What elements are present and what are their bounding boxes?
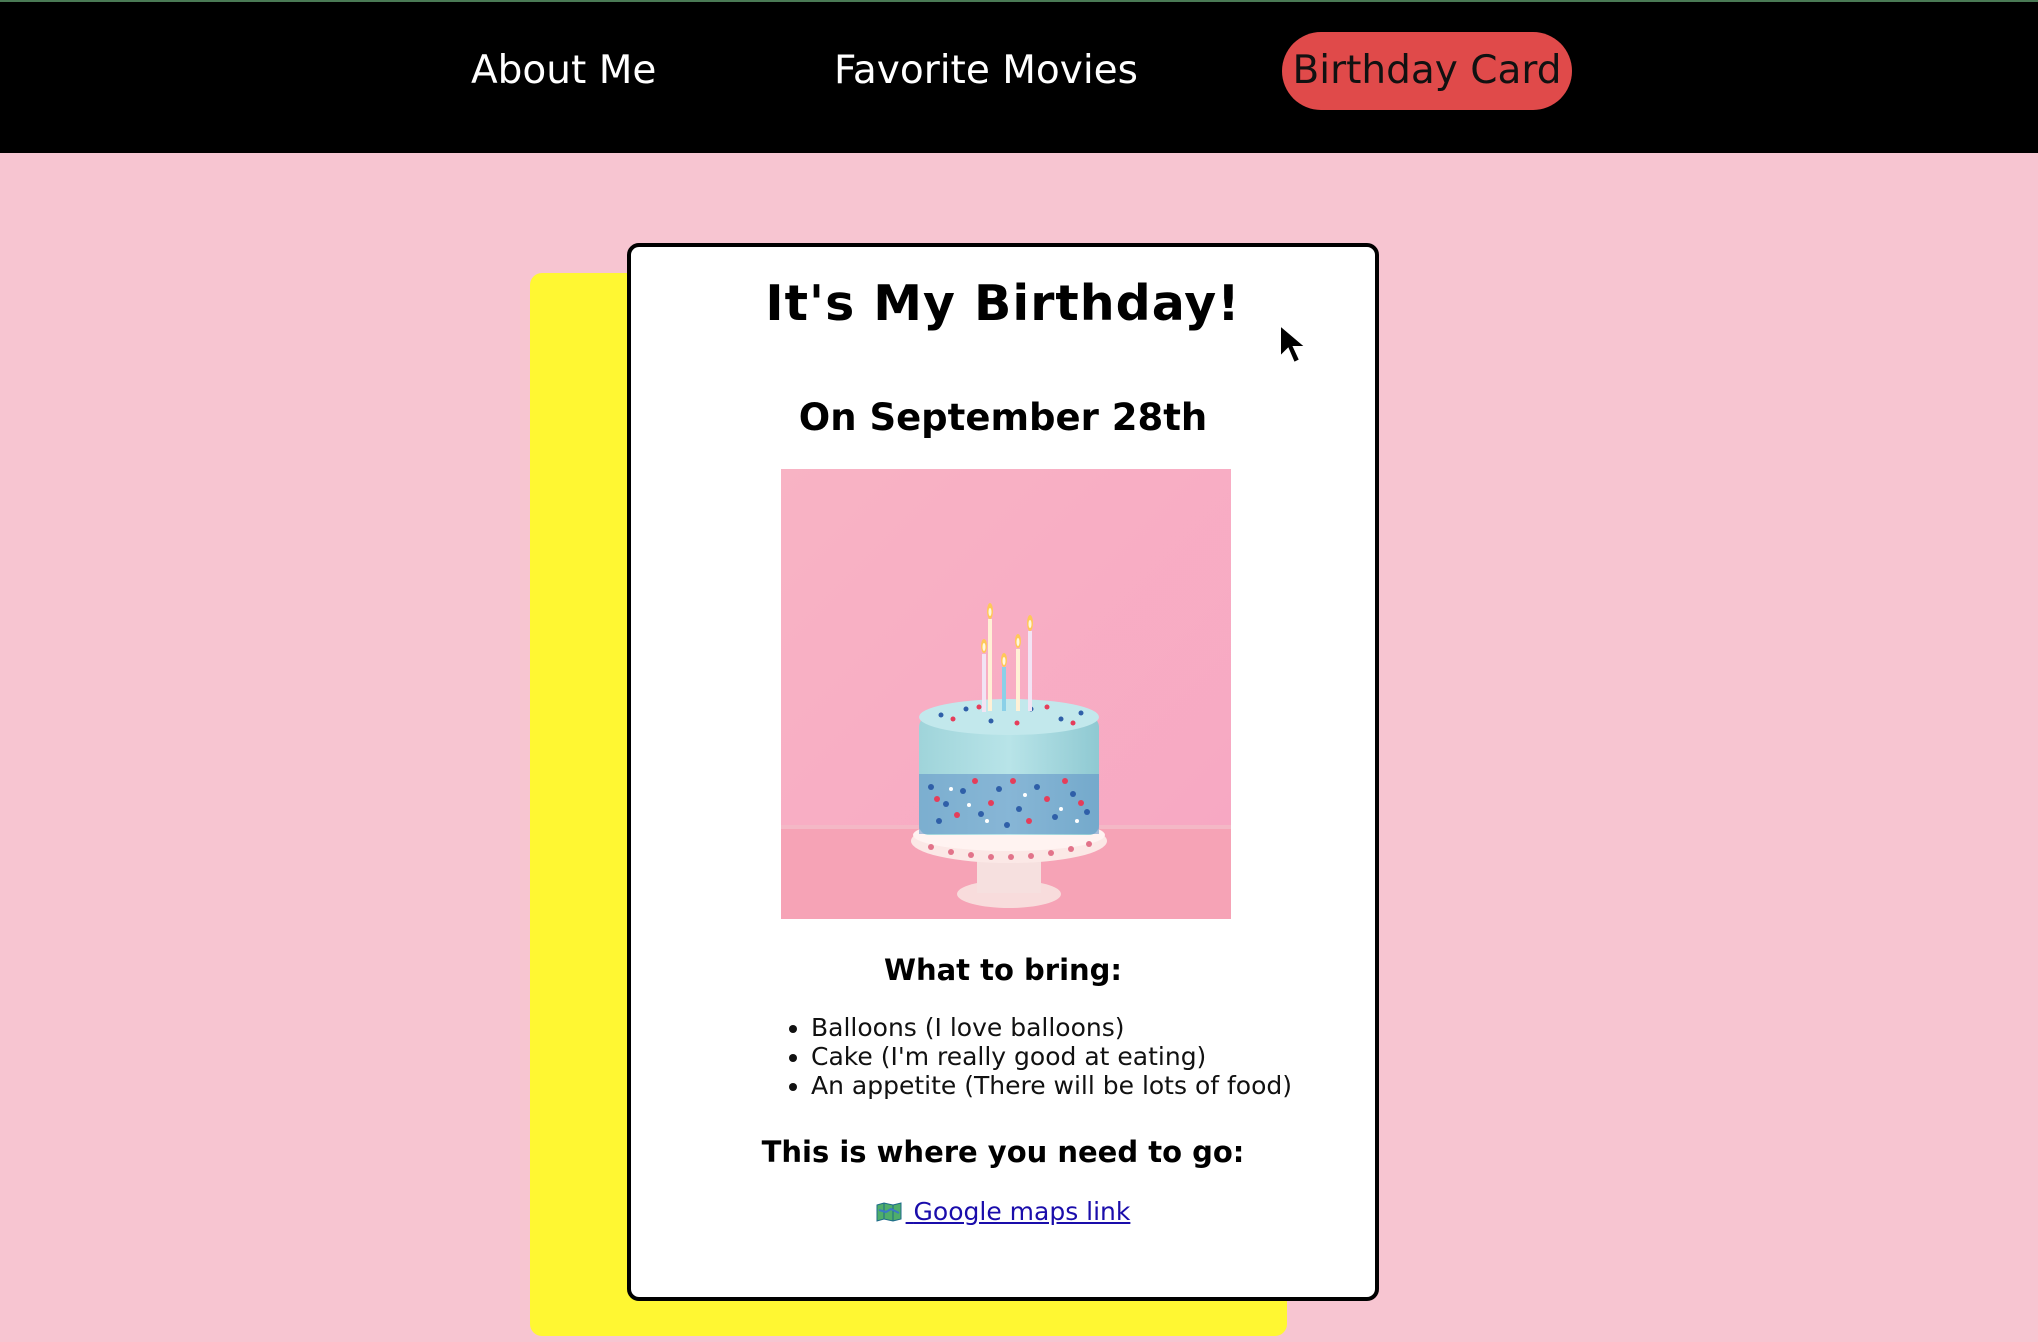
list-item: Cake (I'm really good at eating) xyxy=(811,1042,1292,1071)
top-navigation-bar: About Me Favorite Movies Birthday Card xyxy=(0,2,2038,153)
map-icon xyxy=(876,1202,902,1222)
list-item: Balloons (I love balloons) xyxy=(811,1013,1292,1042)
birthday-card: It's My Birthday! On September 28th What… xyxy=(627,243,1379,1301)
bring-list: Balloons (I love balloons) Cake (I'm rea… xyxy=(785,1013,1292,1100)
nav-link-about-me[interactable]: About Me xyxy=(471,32,656,110)
where-to-go-heading: This is where you need to go: xyxy=(761,1135,1245,1169)
google-maps-link-label: Google maps link xyxy=(913,1197,1131,1226)
list-item: An appetite (There will be lots of food) xyxy=(811,1071,1292,1100)
nav-link-favorite-movies[interactable]: Favorite Movies xyxy=(834,32,1138,110)
mouse-pointer-icon xyxy=(1279,323,1309,365)
nav-link-birthday-card-active[interactable]: Birthday Card xyxy=(1282,32,1572,110)
card-date-heading: On September 28th xyxy=(798,396,1208,439)
birthday-cake-image xyxy=(781,469,1231,919)
google-maps-link[interactable]: Google maps link xyxy=(631,1197,1375,1226)
card-title: It's My Birthday! xyxy=(765,275,1241,332)
what-to-bring-heading: What to bring: xyxy=(883,953,1123,987)
